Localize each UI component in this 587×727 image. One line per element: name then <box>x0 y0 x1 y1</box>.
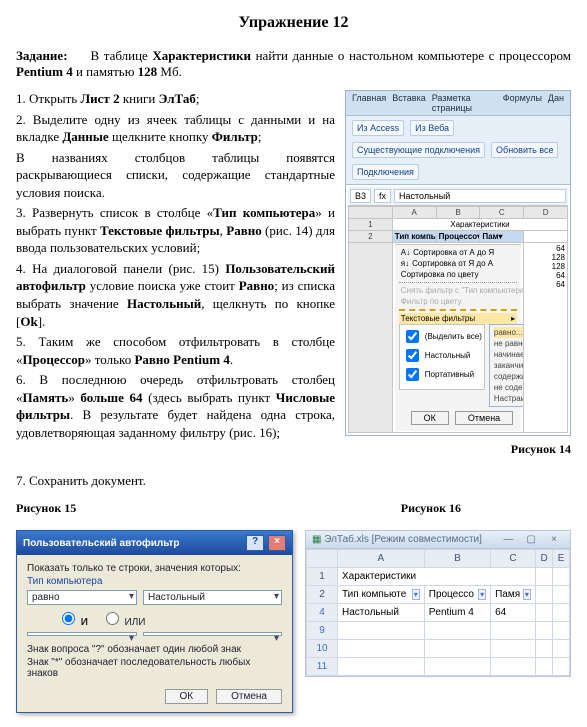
maximize-icon[interactable]: ▢ <box>521 534 541 545</box>
col-header-cpu[interactable]: Процессо▾ <box>424 586 490 604</box>
worksheet-grid: A B C D E 1 Характеристики 2 Тип компьют… <box>306 549 570 676</box>
filter-drop-icon[interactable]: ▾ <box>478 589 486 600</box>
help-icon[interactable]: ? <box>246 535 264 551</box>
instructions-column: 1. Открыть Лист 2 книги ЭлТаб; 2. Выдели… <box>16 90 335 444</box>
cell-reference[interactable]: B3 <box>350 189 371 203</box>
dialog-title-text: Пользовательский автофильтр <box>23 538 180 549</box>
filter-begins[interactable]: начинается с... <box>494 349 524 360</box>
ribbon-button[interactable]: Существующие подключения <box>352 142 485 158</box>
minimize-icon[interactable]: — <box>498 534 518 545</box>
col-header-mem[interactable]: Памя▾ <box>491 586 536 604</box>
filter-checklist[interactable]: (Выделить все) Настольный Портативный <box>399 324 485 390</box>
task-label: Задание: <box>16 48 68 63</box>
ribbon-tab[interactable]: Разметка страницы <box>432 93 497 113</box>
check-all[interactable] <box>406 330 419 343</box>
ribbon-panel: Из Access Из Веба Существующие подключен… <box>346 116 570 185</box>
cancel-button[interactable]: Отмена <box>455 411 513 425</box>
ribbon-button[interactable]: Подключения <box>352 164 419 180</box>
ribbon-tab[interactable]: Формулы <box>503 93 542 113</box>
workbook-title: ЭлТаб.xls [Режим совместимости] <box>324 534 482 545</box>
figure-16-excel: ▦ ЭлТаб.xls [Режим совместимости] — ▢ × … <box>305 530 571 677</box>
condition-1-combo[interactable]: равно <box>27 590 137 605</box>
ribbon-button[interactable]: Из Веба <box>410 120 454 136</box>
check-item[interactable] <box>406 368 419 381</box>
filter-not-equals[interactable]: не равно... <box>494 338 524 349</box>
ribbon-tab[interactable]: Дан <box>548 93 564 113</box>
value-2-combo[interactable] <box>143 632 282 636</box>
figure-14-caption: Рисунок 14 <box>345 442 571 457</box>
figure-15-dialog: Пользовательский автофильтр ? × Показать… <box>16 530 293 713</box>
task-line: Задание: В таблице Характеристики найти … <box>16 48 571 80</box>
worksheet-grid: ABCD 1Характеристики 2Тип компьюте▾Проце… <box>348 206 568 433</box>
filter-equals[interactable]: равно... <box>494 327 524 338</box>
condition-2-combo[interactable] <box>27 632 137 636</box>
table-title: Характеристики <box>338 568 536 586</box>
text-filters-submenu: равно... не равно... начинается с... зак… <box>489 324 524 407</box>
chevron-right-icon: ▸ <box>511 314 515 323</box>
filter-header[interactable]: Пам▾ <box>480 231 524 243</box>
figure-16-caption: Рисунок 16 <box>401 501 461 516</box>
figure-15-caption: Рисунок 15 <box>16 501 76 516</box>
filter-ends[interactable]: заканчивается на... <box>494 360 524 371</box>
step-7: 7. Сохранить документ. <box>16 473 571 489</box>
figure-14-excel: Главная Вставка Разметка страницы Формул… <box>345 90 571 436</box>
filter-by-color: Фильтр по цвету <box>399 296 517 307</box>
filter-custom[interactable]: Настраиваемый фильтр... <box>494 393 524 404</box>
text-filters-item[interactable]: Текстовые фильтры▸ <box>399 313 517 324</box>
sort-desc-icon: я↓ <box>401 259 409 268</box>
excel-icon: ▦ <box>312 534 321 545</box>
filter-drop-icon[interactable]: ▾ <box>523 589 531 600</box>
fx-icon[interactable]: fx <box>374 189 391 203</box>
hint-1: Знак вопроса "?" обозначает один любой з… <box>27 644 282 655</box>
autofilter-menu: A↓Сортировка от А до Я я↓Сортировка от Я… <box>395 244 521 431</box>
ribbon-tab[interactable]: Вставка <box>392 93 425 113</box>
ribbon-button[interactable]: Обновить все <box>491 142 558 158</box>
formula-bar[interactable]: Настольный <box>394 189 566 203</box>
hint-2: Знак "*" обозначает последовательность л… <box>27 657 282 679</box>
ribbon-tab[interactable]: Главная <box>352 93 386 113</box>
page-title: Упражнение 12 <box>16 14 571 32</box>
sort-asc-icon: A↓ <box>401 248 410 257</box>
filter-drop-icon[interactable]: ▾ <box>412 589 420 600</box>
cancel-button[interactable]: Отмена <box>216 689 282 704</box>
ribbon-tabs: Главная Вставка Разметка страницы Формул… <box>346 91 570 116</box>
ribbon-button[interactable]: Из Access <box>352 120 404 136</box>
value-1-combo[interactable]: Настольный <box>143 590 282 605</box>
sort-by-color[interactable]: Сортировка по цвету <box>399 269 517 280</box>
col-header-type[interactable]: Тип компьюте▾ <box>338 586 425 604</box>
field-name-label: Тип компьютера <box>27 576 282 587</box>
filter-not-contains[interactable]: не содержит... <box>494 382 524 393</box>
sort-desc[interactable]: я↓Сортировка от Я до А <box>399 258 517 269</box>
check-item[interactable] <box>406 349 419 362</box>
close-icon[interactable]: × <box>268 535 286 551</box>
sort-asc[interactable]: A↓Сортировка от А до Я <box>399 247 517 258</box>
clear-filter: Снять фильтр с "Тип компьютера" <box>399 285 517 296</box>
dialog-titlebar: Пользовательский автофильтр ? × <box>17 531 292 555</box>
dialog-instruction: Показать только те строки, значения кото… <box>27 563 282 574</box>
name-box: B3 fx Настольный <box>348 187 568 206</box>
ok-button[interactable]: ОК <box>411 411 449 425</box>
ok-button[interactable]: ОК <box>165 689 209 704</box>
filter-header[interactable]: Процессо▾ <box>436 231 480 243</box>
close-icon[interactable]: × <box>544 534 564 545</box>
filter-header[interactable]: Тип компьюте▾ <box>392 231 436 243</box>
filter-contains[interactable]: содержит... <box>494 371 524 382</box>
